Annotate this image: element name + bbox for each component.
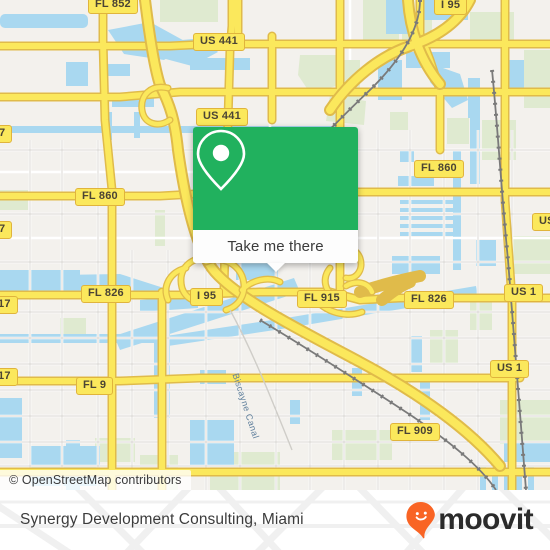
map-screenshot: FL 852 US 441 I 95 US 441 7 FL 860 FL 860 7 US 17… — [0, 0, 550, 550]
card-icon-area — [193, 127, 358, 230]
osm-attribution[interactable]: © OpenStreetMap contributors — [0, 470, 191, 490]
moovit-wordmark: moovit — [438, 503, 533, 536]
road-shield: FL 909 — [390, 423, 440, 441]
road-shield: I 95 — [434, 0, 468, 15]
road-shield: 17 — [0, 296, 18, 314]
road-shield: US 1 — [504, 284, 544, 302]
road-shield: FL 860 — [414, 160, 464, 178]
footer-bar: Synergy Development Consulting, Miami mo… — [0, 490, 550, 550]
road-shield: FL 826 — [81, 285, 131, 303]
road-shield: FL 852 — [88, 0, 138, 14]
road-shield: 17 — [0, 368, 18, 386]
card-action-area[interactable]: Take me there — [193, 230, 358, 272]
road-shield: I 95 — [190, 288, 224, 306]
road-shield: FL 860 — [75, 188, 125, 206]
road-shield: US 441 — [196, 108, 248, 126]
card-pointer-triangle — [266, 263, 285, 272]
road-shield: FL 915 — [297, 290, 347, 308]
take-me-there-label: Take me there — [227, 238, 324, 255]
place-title: Synergy Development Consulting, Miami — [20, 511, 304, 528]
map-pin-icon — [196, 129, 246, 191]
road-shield: FL 826 — [404, 291, 454, 309]
road-shield: US — [532, 213, 550, 231]
road-shield: US 1 — [490, 360, 530, 378]
moovit-pin-smile-icon — [406, 501, 436, 539]
road-shield: 7 — [0, 125, 13, 143]
map-canvas[interactable]: FL 852 US 441 I 95 US 441 7 FL 860 FL 860 7 US 17… — [0, 0, 550, 490]
road-shield: US 441 — [193, 33, 245, 51]
take-me-there-card[interactable]: Take me there — [193, 127, 358, 272]
road-shield: FL 9 — [76, 377, 114, 395]
moovit-logo[interactable]: moovit — [405, 501, 534, 539]
road-shield: 7 — [0, 221, 13, 239]
